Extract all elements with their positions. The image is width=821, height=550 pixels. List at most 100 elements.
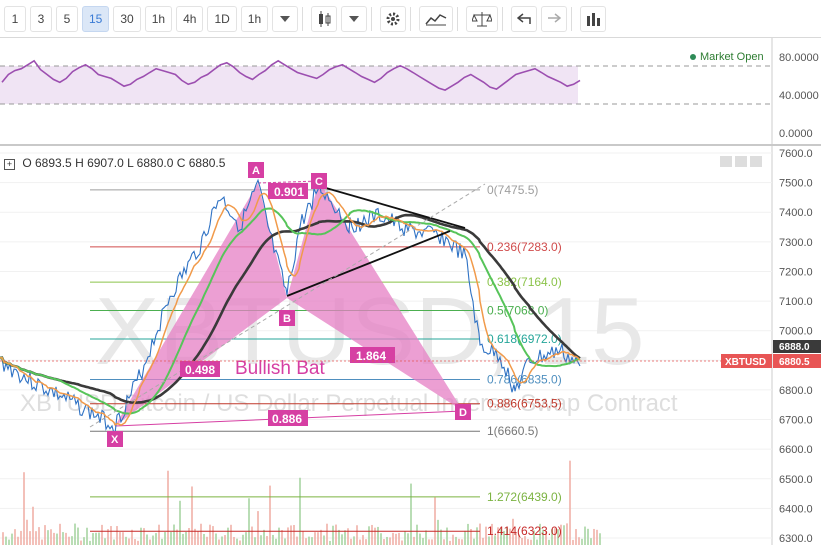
volume-bar [413,536,415,545]
price-axis-label: 7100.0 [779,296,813,308]
volume-bar [140,527,142,545]
volume-bar [122,532,124,545]
fib-level-label: 0.5(7068.0) [487,304,548,318]
volume-bar [200,523,202,545]
rsi-axis-label-40: 40.0000 [779,90,819,102]
volume-bar [482,537,484,545]
volume-bar [590,538,592,545]
volume-bar [404,531,406,545]
volume-bar [215,533,217,545]
volume-bar [401,540,403,545]
volume-bar [569,460,571,545]
volume-bar [83,537,85,545]
volume-bar [212,526,214,545]
toolbar-separator [371,6,373,31]
redo-icon[interactable] [541,5,568,32]
volume-bar [239,540,241,545]
point-d-label: D [459,407,467,419]
volume-bar [230,524,232,545]
compare-scale-icon[interactable] [466,5,499,32]
volume-bar [197,531,199,545]
indicators-icon[interactable] [419,5,454,32]
volume-bar [182,533,184,545]
interval-4h-button[interactable]: 4h [176,5,204,32]
volume-bar [143,528,145,545]
interval-3-button[interactable]: 3 [30,5,52,32]
ratio-ab-label: 0.901 [274,185,304,199]
volume-bar [323,535,325,545]
volume-bar [566,523,568,545]
volume-bar [59,523,61,545]
pane-up-icon[interactable] [720,156,732,167]
bar-chart-icon[interactable] [580,5,607,32]
price-chart-pane[interactable]: XBTUSD, 15 XBTUSD Bitcoin / US Dollar Pe… [0,146,821,545]
volume-bar [161,538,163,545]
volume-bar [218,539,220,545]
ohlc-open: O 6893.5 [22,156,72,170]
volume-bar [392,532,394,545]
volume-bar [272,534,274,545]
volume-bar [203,533,205,545]
point-b-label: B [283,313,291,325]
volume-bar [14,529,16,545]
price-axis-label: 7500.0 [779,178,813,190]
volume-bar [35,531,37,545]
interval-dropdown-chevron-icon[interactable] [272,5,299,32]
volume-bar [356,525,358,545]
volume-bar [245,532,247,545]
volume-bar [380,533,382,545]
volume-bar [302,531,304,545]
pane-maximize-icon[interactable] [750,156,762,167]
volume-bar [464,530,466,545]
interval-custom-button[interactable]: 1h [240,5,269,32]
price-axis-label: 6800.0 [779,385,813,397]
price-axis-label: 7300.0 [779,237,813,249]
volume-bar [596,529,598,545]
volume-bar [287,527,289,545]
volume-bar [476,527,478,545]
volume-bar [578,537,580,545]
volume-bar [548,539,550,545]
volume-bar [8,539,10,545]
volume-bar [2,532,4,545]
volume-bar [101,524,103,545]
volume-bar [359,539,361,545]
volume-bar [269,485,271,545]
volume-bar [293,525,295,545]
rsi-band [0,66,578,104]
volume-bar [446,527,448,545]
interval-1h-button[interactable]: 1h [144,5,173,32]
interval-5-button[interactable]: 5 [56,5,78,32]
toolbar-separator [457,6,459,31]
volume-bar [116,526,118,545]
undo-icon[interactable] [511,5,538,32]
price-axis-label: 7200.0 [779,266,813,278]
volume-bar [398,532,400,545]
volume-bar [587,528,589,545]
pane-down-icon[interactable] [735,156,747,167]
interval-1d-button[interactable]: 1D [207,5,237,32]
volume-bar [344,530,346,545]
volume-bar [329,540,331,545]
gear-icon[interactable] [380,5,407,32]
interval-1-button[interactable]: 1 [4,5,26,32]
expand-legend-icon[interactable]: + [4,159,15,170]
volume-bar [395,533,397,545]
volume-bar [455,536,457,545]
volume-bar [251,526,253,545]
volume-bar [89,540,91,545]
volume-bar [581,538,583,545]
volume-bar [167,470,169,545]
candle-style-icon[interactable] [311,5,338,32]
volume-bar [599,533,601,545]
interval-15-button[interactable]: 15 [82,5,110,32]
chart-style-dropdown-chevron-icon[interactable] [341,5,368,32]
volume-bar [38,527,40,545]
volume-bar [452,534,454,545]
market-status-label: Market Open [700,51,764,63]
volume-bar [65,532,67,545]
volume-bar [128,538,130,545]
interval-30-button[interactable]: 30 [113,5,141,32]
fib-level-label: 1.272(6439.0) [487,490,562,504]
fib-level-label: 1.414(6323.0) [487,524,562,538]
